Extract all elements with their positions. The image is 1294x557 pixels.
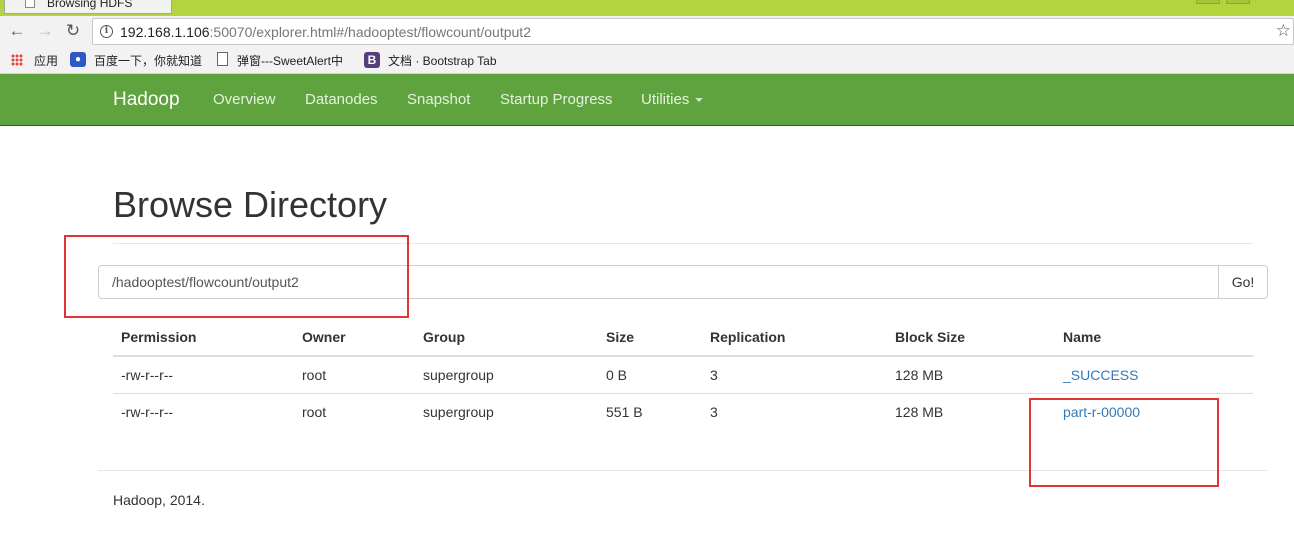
bookmark-star-icon[interactable]: ☆ [1276, 21, 1291, 41]
url-path: :50070/explorer.html#/hadooptest/flowcou… [209, 24, 531, 40]
nav-datanodes[interactable]: Datanodes [305, 91, 378, 108]
maximize-window-button[interactable] [1226, 0, 1250, 4]
tab-title: Browsing HDFS [47, 0, 133, 10]
reload-icon[interactable]: ↻ [62, 20, 84, 42]
footer-text: Hadoop, 2014. [113, 492, 205, 508]
bookmark-apps[interactable]: 应用 [34, 52, 58, 69]
page-favicon-icon [25, 0, 35, 8]
cell-replication: 3 [702, 356, 887, 394]
cell-name: _SUCCESS [1055, 356, 1253, 394]
browser-tab-strip: Browsing HDFS [0, 0, 1294, 16]
minimize-window-button[interactable] [1196, 0, 1220, 4]
cell-permission: -rw-r--r-- [113, 356, 294, 394]
column-header-block-size: Block Size [887, 318, 1055, 357]
table-header-row: Permission Owner Group Size Replication … [113, 318, 1253, 357]
column-header-replication: Replication [702, 318, 887, 357]
navbar-brand[interactable]: Hadoop [113, 89, 180, 111]
bookmark-baidu[interactable]: 百度一下，你就知道 [94, 52, 202, 69]
file-link-success[interactable]: _SUCCESS [1063, 367, 1138, 383]
cell-replication: 3 [710, 403, 718, 420]
cell-group: supergroup [415, 356, 598, 394]
bookmark-bootstrap[interactable]: 文档 · Bootstrap Tab [388, 52, 497, 69]
page-title: Browse Directory [113, 184, 388, 225]
baidu-paw-icon: ● [70, 52, 86, 67]
annotation-box-file [1029, 398, 1219, 487]
cell-size: 551 B [606, 403, 643, 420]
cell-owner: root [294, 356, 415, 394]
column-header-permission: Permission [113, 318, 294, 357]
site-info-icon[interactable]: i [100, 25, 113, 38]
apps-grid-icon[interactable] [11, 54, 23, 66]
nav-snapshot[interactable]: Snapshot [407, 91, 470, 108]
browser-toolbar: ← → ↻ i 192.168.1.106:50070/explorer.htm… [0, 16, 1294, 46]
cell-permission: -rw-r--r-- [121, 403, 174, 420]
url-host: 192.168.1.106 [120, 24, 210, 40]
cell-owner: root [302, 403, 327, 420]
cell-block-size: 128 MB [887, 356, 1055, 394]
forward-arrow-icon[interactable]: → [34, 20, 56, 42]
table-row: -rw-r--r-- root supergroup 0 B 3 128 MB … [113, 356, 1253, 394]
bootstrap-icon: B [364, 52, 380, 68]
bookmark-sweetalert[interactable]: 弹窗---SweetAlert中 [237, 52, 343, 69]
annotation-box-path [64, 235, 409, 318]
cell-group: supergroup [423, 403, 494, 420]
address-url[interactable]: 192.168.1.106:50070/explorer.html#/hadoo… [120, 24, 531, 40]
bookmarks-bar: 应用 ● 百度一下，你就知道 弹窗---SweetAlert中 B 文档 · B… [0, 46, 1294, 74]
address-bar[interactable]: i 192.168.1.106:50070/explorer.html#/had… [92, 18, 1294, 45]
nav-startup-progress[interactable]: Startup Progress [500, 91, 613, 108]
nav-overview[interactable]: Overview [213, 91, 276, 108]
column-header-group: Group [415, 318, 598, 357]
column-header-name: Name [1055, 318, 1253, 357]
page-icon [217, 52, 228, 66]
back-arrow-icon[interactable]: ← [6, 20, 28, 42]
browser-tab[interactable]: Browsing HDFS [4, 0, 172, 14]
cell-size: 0 B [598, 356, 702, 394]
column-header-size: Size [598, 318, 702, 357]
nav-utilities-dropdown[interactable]: Utilities [641, 91, 704, 108]
go-button[interactable]: Go! [1218, 265, 1268, 299]
column-header-owner: Owner [294, 318, 415, 357]
nav-utilities-label: Utilities [641, 91, 690, 108]
caret-down-icon [695, 98, 704, 103]
hadoop-navbar: Hadoop Overview Datanodes Snapshot Start… [0, 74, 1294, 126]
